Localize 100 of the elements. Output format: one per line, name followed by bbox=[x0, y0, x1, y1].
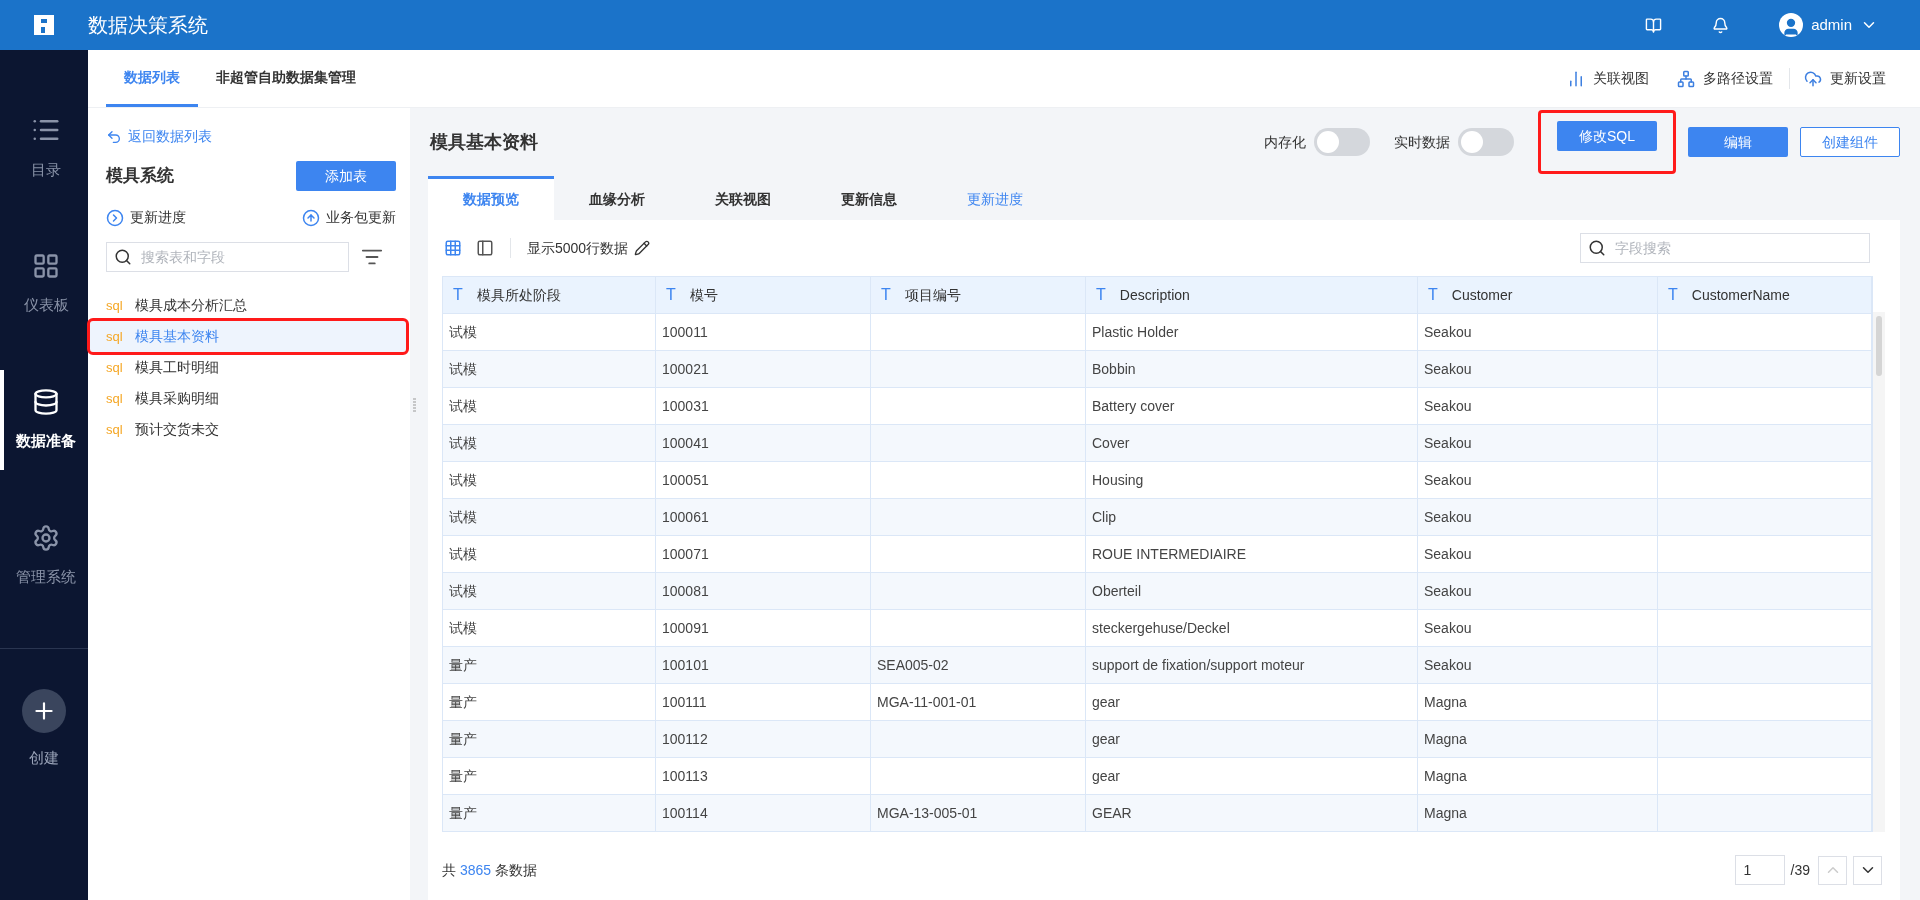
nav-item[interactable]: 仪表板 bbox=[0, 234, 88, 334]
field-search[interactable]: 字段搜索 bbox=[1580, 233, 1870, 263]
logo-icon bbox=[32, 13, 56, 37]
book-icon[interactable] bbox=[1645, 16, 1663, 34]
table-cell-text: Battery cover bbox=[1092, 396, 1175, 416]
search-icon bbox=[114, 248, 132, 266]
content-tab[interactable]: 血缘分析 bbox=[554, 176, 680, 220]
text-type-icon: T bbox=[1428, 283, 1438, 307]
table-cell-text: 试模 bbox=[449, 470, 477, 490]
bell-icon[interactable] bbox=[1712, 16, 1730, 34]
page-total: /39 bbox=[1790, 860, 1810, 880]
scrollbar-thumb[interactable] bbox=[1876, 316, 1882, 376]
text-type-icon: T bbox=[453, 283, 463, 307]
search-field[interactable]: 搜索表和字段 bbox=[106, 242, 349, 272]
page-field[interactable]: 1 bbox=[1734, 855, 1785, 885]
create-nav-item[interactable]: 创建 bbox=[0, 689, 88, 770]
table-cell-text: Plastic Holder bbox=[1092, 322, 1179, 342]
sql-label: sql bbox=[106, 296, 123, 315]
user-name[interactable]: admin bbox=[1811, 13, 1852, 37]
next-page-button[interactable] bbox=[1853, 855, 1882, 885]
toggle-switch[interactable] bbox=[1314, 128, 1370, 156]
table-cell-text: SEA005-02 bbox=[877, 655, 949, 675]
table-cell-text: MGA-13-005-01 bbox=[877, 803, 978, 823]
table-cell-text: 量产 bbox=[449, 729, 477, 749]
app-title: 数据决策系统 bbox=[88, 13, 208, 38]
add-table-button[interactable]: 添加表 bbox=[296, 161, 396, 191]
toolbar-action[interactable]: 更新设置 bbox=[1789, 68, 1900, 89]
toggle-switch[interactable] bbox=[1458, 128, 1514, 156]
table-list-item[interactable]: sql 模具采购明细 bbox=[90, 383, 396, 414]
table-cell-text: Seakou bbox=[1424, 655, 1472, 675]
table-cell-text: gear bbox=[1092, 729, 1121, 749]
undo-icon bbox=[106, 128, 122, 145]
panel-view-icon[interactable] bbox=[476, 239, 494, 257]
content-tab[interactable]: 关联视图 bbox=[680, 176, 806, 220]
total-count: 共 3865 条数据 bbox=[442, 860, 537, 880]
table-cell-text: 量产 bbox=[449, 692, 477, 712]
table-cell-text: 100041 bbox=[662, 433, 709, 453]
text-type-icon: T bbox=[1668, 283, 1678, 307]
table-cell-text: 量产 bbox=[449, 766, 477, 786]
table-cell-text: ROUE INTERMEDIAIRE bbox=[1092, 544, 1246, 564]
table-cell-text: Seakou bbox=[1424, 433, 1472, 453]
package-update-link[interactable]: 业务包更新 bbox=[302, 207, 396, 228]
sql-label: sql bbox=[106, 389, 123, 408]
dashboard-icon bbox=[32, 251, 60, 280]
action-button[interactable]: 编辑 bbox=[1688, 127, 1788, 157]
table-cell-text: gear bbox=[1092, 766, 1121, 786]
back-link[interactable]: 返回数据列表 bbox=[106, 126, 396, 147]
toolbar-action[interactable]: 多路径设置 bbox=[1663, 68, 1787, 89]
table-cell-text: Seakou bbox=[1424, 322, 1472, 342]
sql-label: sql bbox=[106, 420, 123, 439]
table-cell-text: Housing bbox=[1092, 470, 1144, 490]
table-cell-text: 100051 bbox=[662, 470, 709, 490]
resize-handle-icon[interactable] bbox=[412, 398, 416, 412]
gear-icon bbox=[32, 523, 60, 552]
table-list-item[interactable]: sql 模具工时明细 bbox=[90, 352, 396, 383]
action-button[interactable]: 修改SQL bbox=[1557, 121, 1657, 151]
avatar-icon[interactable] bbox=[1779, 13, 1804, 37]
table-cell-text: MGA-11-001-01 bbox=[877, 692, 977, 712]
panel-tab[interactable]: 非超管自助数据集管理 bbox=[198, 50, 374, 107]
network-icon bbox=[1677, 69, 1695, 88]
table-cell-text: 100114 bbox=[662, 803, 708, 823]
table-cell-text: gear bbox=[1092, 692, 1121, 712]
database-icon bbox=[32, 387, 60, 416]
toggle-label: 内存化 bbox=[1264, 132, 1306, 152]
table-cell-text: 100021 bbox=[662, 359, 709, 379]
edit-icon[interactable] bbox=[634, 240, 651, 256]
table-cell-text: 试模 bbox=[449, 581, 477, 601]
chart-icon bbox=[1567, 69, 1585, 88]
toolbar-action[interactable]: 关联视图 bbox=[1553, 68, 1663, 89]
grid-view-icon[interactable] bbox=[444, 239, 462, 257]
action-button[interactable]: 创建组件 bbox=[1800, 127, 1900, 157]
arrow-up-circle-icon bbox=[302, 208, 320, 227]
table-cell-text: support de fixation/support moteur bbox=[1092, 655, 1305, 675]
table-cell-text: 100101 bbox=[662, 655, 709, 675]
table-cell-text: 100112 bbox=[662, 729, 708, 749]
table-list-item[interactable]: sql 模具成本分析汇总 bbox=[90, 290, 396, 321]
search-icon bbox=[1588, 239, 1606, 257]
table-cell-text: Seakou bbox=[1424, 470, 1472, 490]
table-cell-text: Magna bbox=[1424, 729, 1467, 749]
table-cell-text: 试模 bbox=[449, 359, 477, 379]
update-progress-link[interactable]: 更新进度 bbox=[106, 207, 186, 228]
table-cell-text: steckergehuse/Deckel bbox=[1092, 618, 1230, 638]
table-cell-text: 100111 bbox=[662, 692, 707, 712]
table-cell-text: Seakou bbox=[1424, 544, 1472, 564]
table-cell-text: 100071 bbox=[662, 544, 709, 564]
table-cell-text: Clip bbox=[1092, 507, 1117, 527]
table-list-item[interactable]: sql 预计交货未交 bbox=[90, 414, 396, 445]
table-cell-text: Bobbin bbox=[1092, 359, 1136, 379]
text-type-icon: T bbox=[1096, 283, 1106, 307]
content-tab[interactable]: 更新信息 bbox=[806, 176, 932, 220]
nav-item[interactable]: 目录 bbox=[0, 98, 88, 198]
nav-item[interactable]: 管理系统 bbox=[0, 506, 88, 606]
table-cell-text: 100091 bbox=[662, 618, 709, 638]
cloud-upload-icon bbox=[1804, 69, 1822, 88]
plus-icon bbox=[22, 689, 66, 733]
toggle-label: 实时数据 bbox=[1394, 132, 1450, 152]
row-limit-label: 显示5000行数据 bbox=[527, 238, 629, 258]
table-cell-text: 100011 bbox=[662, 322, 708, 342]
content-tab[interactable]: 数据预览 bbox=[428, 176, 554, 220]
table-cell-text: Magna bbox=[1424, 803, 1467, 823]
